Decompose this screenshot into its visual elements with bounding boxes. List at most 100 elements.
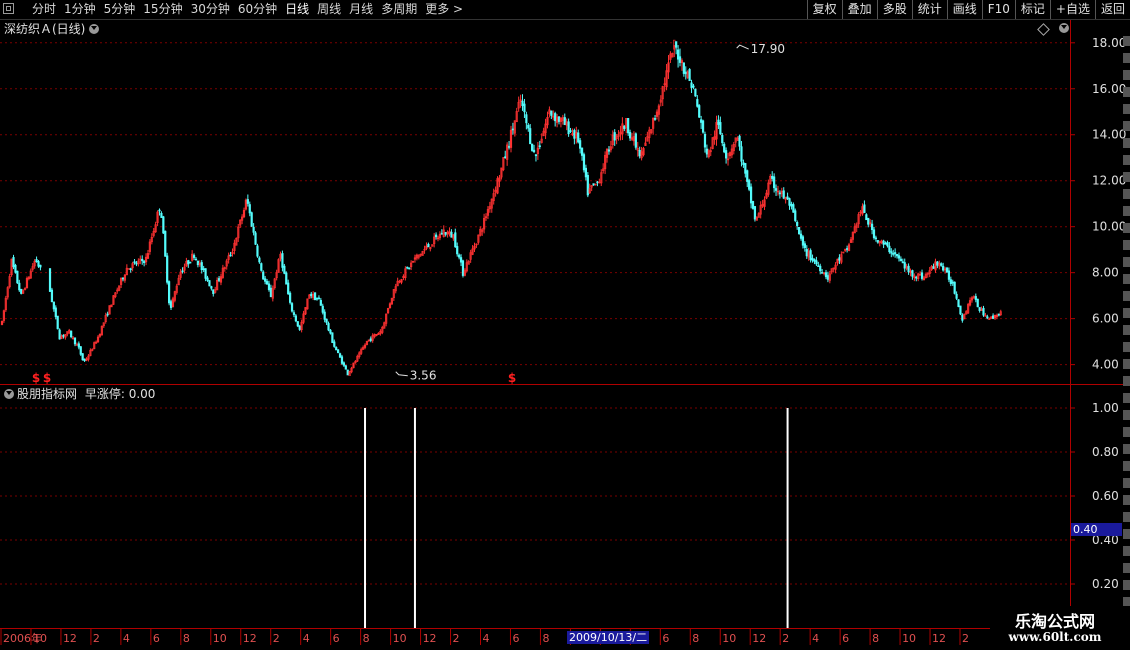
candle-body (867, 217, 870, 225)
candle-body (162, 216, 165, 234)
candle-body (210, 286, 213, 289)
clipped-info-text (1123, 36, 1130, 46)
candle-body (313, 292, 317, 301)
signal-marker: $ (32, 371, 40, 385)
candle-body (323, 311, 326, 320)
candle-body (408, 267, 411, 270)
candle-body (976, 298, 979, 308)
time-axis-label: 12 (423, 632, 437, 645)
candle-body (529, 128, 532, 145)
candle-body (18, 282, 21, 291)
candle-body (194, 258, 198, 261)
time-axis-label: 12 (752, 632, 766, 645)
candle-body (346, 369, 349, 376)
candle-body (811, 257, 814, 261)
candle-body (563, 117, 566, 126)
clipped-info-text (1123, 325, 1130, 335)
clipped-info-text (1123, 546, 1130, 556)
candle-body (582, 154, 586, 171)
candle-body (607, 149, 611, 152)
candle-body (202, 268, 205, 270)
candle-body (824, 272, 828, 278)
clipped-info-text (1123, 138, 1130, 148)
clipped-info-text (1123, 155, 1130, 165)
candle-body (567, 121, 570, 135)
price-axis-label: 8.00 (1092, 266, 1119, 280)
candle-body (895, 253, 899, 257)
candle-body (782, 190, 785, 199)
price-axis-label: 14.00 (1092, 128, 1126, 142)
candle-body (523, 103, 526, 113)
time-axis-label: 8 (542, 632, 549, 645)
candle-body (846, 248, 849, 250)
candle-body (79, 346, 82, 355)
candle-body (310, 293, 313, 297)
candle-body (865, 214, 868, 221)
clipped-info-text (1123, 291, 1130, 301)
kline-chart[interactable]: 18.00 16.00 14.00 12.00 10.00 8.00 6.00 4.00 1.0… (0, 0, 1130, 650)
candle-body (949, 279, 952, 284)
candle-body (721, 134, 724, 144)
candle-body (141, 258, 144, 262)
candle-body (70, 330, 73, 338)
clipped-info-text (1123, 461, 1130, 471)
candle-body (406, 266, 409, 269)
clipped-info-text (1123, 444, 1130, 454)
candle-body (208, 280, 211, 287)
candle-body (511, 128, 515, 131)
clipped-info-text (1123, 393, 1130, 403)
clipped-info-text (1123, 121, 1130, 131)
candle-body (454, 232, 457, 248)
cursor-value-tag: 0.40 (1071, 523, 1122, 536)
candle-body (290, 303, 294, 312)
candle-body (106, 313, 109, 316)
high-marker-arrow (736, 44, 749, 50)
candle-body (748, 180, 751, 190)
candle-body (774, 188, 778, 191)
candle-body (738, 135, 741, 147)
candle-body (920, 272, 924, 279)
candle-body (936, 261, 939, 266)
indicator-axis-label: 0.20 (1092, 577, 1119, 591)
candle-body (675, 41, 678, 48)
candle-body (953, 281, 956, 294)
time-axis-label: 12 (243, 632, 257, 645)
candle-body (12, 257, 15, 268)
time-axis-label: 6 (153, 632, 160, 645)
candle-body (158, 209, 161, 212)
clipped-info-text (1123, 274, 1130, 284)
candle-body (252, 226, 255, 233)
candle-body (961, 314, 964, 321)
price-axis-label: 10.00 (1092, 220, 1126, 234)
low-marker-arrow (395, 371, 408, 377)
candle-body (283, 265, 286, 274)
candle-body (978, 307, 981, 311)
time-axis-label: 12 (63, 632, 77, 645)
candle-body (901, 261, 904, 264)
candle-body (813, 259, 816, 262)
candle-body (705, 148, 709, 155)
candle-body (48, 268, 52, 292)
candle-body (986, 316, 989, 319)
candle-body (809, 250, 812, 261)
candle-body (725, 150, 728, 159)
candle-body (815, 260, 818, 265)
clipped-info-text (1123, 342, 1130, 352)
candle-body (957, 299, 960, 307)
signal-marker: $ (43, 371, 51, 385)
candle-body (778, 192, 781, 195)
clipped-info-text (1123, 240, 1130, 250)
candle-body (217, 278, 221, 281)
time-axis-label: 6 (662, 632, 669, 645)
candle-body (56, 315, 59, 330)
candle-body (20, 288, 23, 294)
candle-body (579, 140, 582, 149)
clipped-info-text (1123, 495, 1130, 505)
candle-body (719, 122, 722, 135)
candle-body (35, 259, 38, 263)
candle-body (212, 289, 215, 294)
low-price-label: 3.56 (410, 369, 437, 383)
candle-body (749, 186, 753, 204)
clipped-info-text (1123, 478, 1130, 488)
candle-body (773, 176, 776, 189)
